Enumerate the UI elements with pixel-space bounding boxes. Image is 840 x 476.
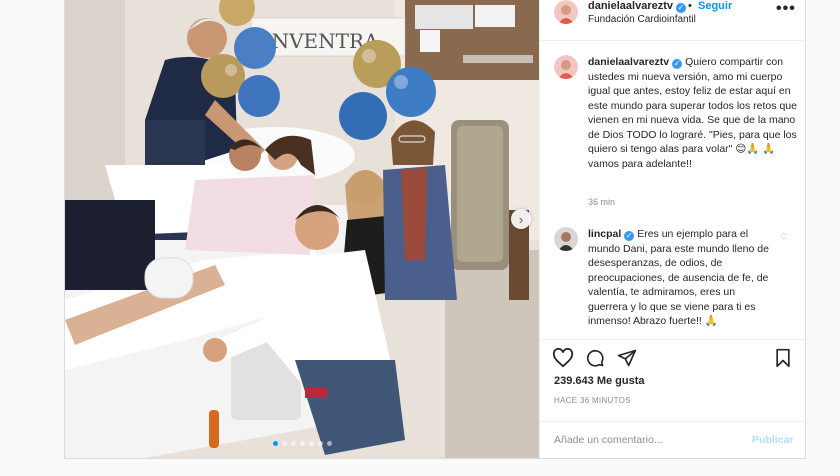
- comment-input[interactable]: [554, 431, 734, 449]
- post-timestamp[interactable]: HACE 36 MINUTOS: [554, 396, 631, 405]
- post-location[interactable]: Fundación Cardioinfantil: [588, 14, 696, 25]
- instagram-post: ENVENTRA › danielaalvareztv ✓ • Seguir F…: [64, 0, 806, 459]
- carousel-dot: [326, 441, 332, 446]
- comment-body: Eres un ejemplo para el mundo Dani, para…: [588, 228, 769, 327]
- post-actions: 239.643 Me gusta HACE 36 MINUTOS Publica…: [540, 339, 805, 458]
- comment-avatar[interactable]: [554, 55, 578, 79]
- comment-username[interactable]: danielaalvareztv: [588, 56, 669, 68]
- comment-avatar[interactable]: [554, 227, 578, 251]
- post-photo[interactable]: ENVENTRA ›: [65, 0, 539, 458]
- heart-icon[interactable]: [552, 347, 574, 373]
- bookmark-icon[interactable]: [774, 348, 792, 373]
- verified-badge-icon: ✓: [624, 231, 635, 241]
- carousel-dot: [290, 441, 296, 446]
- likes-count[interactable]: 239.643 Me gusta: [554, 375, 645, 387]
- next-slide-button[interactable]: ›: [511, 209, 531, 229]
- author-avatar[interactable]: [554, 0, 578, 24]
- author-username[interactable]: danielaalvareztv ✓: [588, 0, 686, 13]
- carousel-dot: [317, 441, 323, 446]
- follow-button[interactable]: Seguir: [698, 0, 732, 12]
- comments-list[interactable]: danielaalvareztv ✓ Quiero compartir con u…: [540, 41, 805, 339]
- carousel-dot: [299, 441, 305, 446]
- comment-time[interactable]: 36 min: [588, 197, 615, 207]
- share-icon[interactable]: [616, 348, 638, 373]
- comment-text: lincpal ✓ Eres un ejemplo para el mundo D…: [588, 227, 774, 329]
- post-header: danielaalvareztv ✓ • Seguir Fundación Car…: [540, 0, 805, 41]
- more-options-icon[interactable]: •••: [776, 0, 796, 18]
- comment-text: danielaalvareztv ✓ Quiero compartir con u…: [588, 55, 798, 171]
- publish-button[interactable]: Publicar: [752, 434, 793, 446]
- verified-badge-icon: ✓: [672, 59, 683, 69]
- carousel-dots: [65, 441, 539, 446]
- comment-username[interactable]: lincpal: [588, 228, 621, 240]
- comment-icon[interactable]: [584, 348, 606, 373]
- like-comment-heart-icon[interactable]: ♡: [780, 232, 788, 243]
- post-side-panel: danielaalvareztv ✓ • Seguir Fundación Car…: [539, 0, 805, 458]
- carousel-dot: [308, 441, 314, 446]
- carousel-dot: [272, 441, 278, 446]
- verified-badge-icon: ✓: [676, 3, 686, 13]
- carousel-dot: [281, 441, 287, 446]
- hospital-family-photo: ENVENTRA: [65, 0, 539, 458]
- header-separator: •: [688, 0, 692, 12]
- comment-body: Quiero compartir con ustedes mi nueva ve…: [588, 56, 797, 170]
- add-comment-bar: Publicar: [540, 421, 805, 458]
